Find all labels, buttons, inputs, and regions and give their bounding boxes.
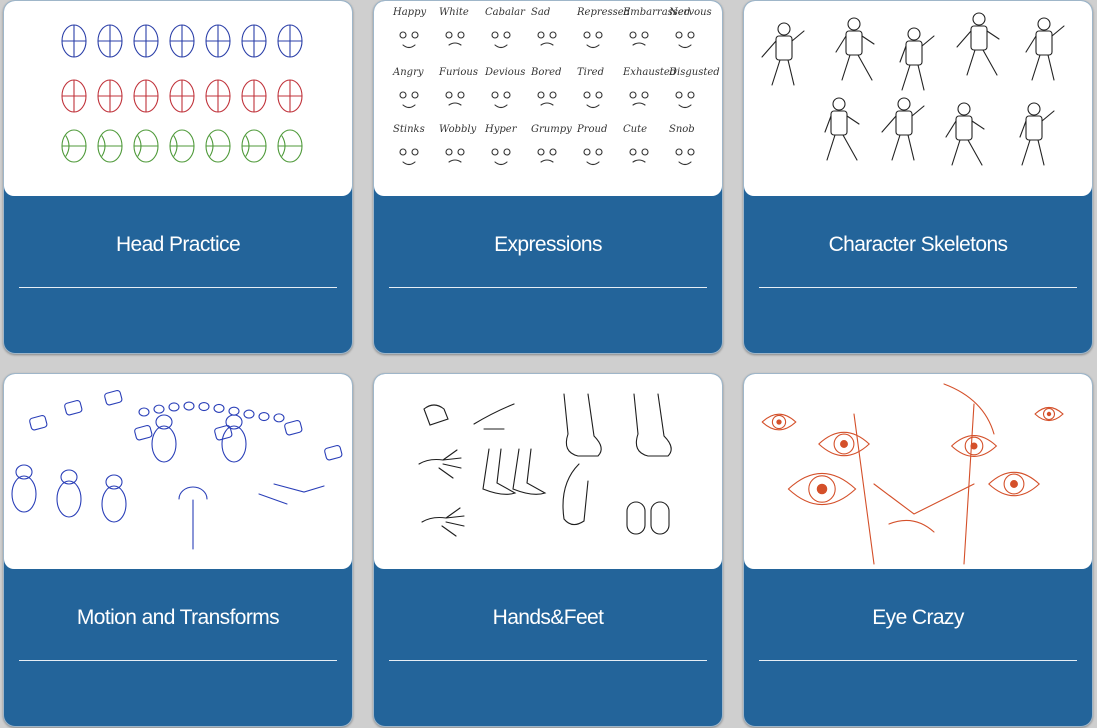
expression-caption: Grumpy bbox=[531, 124, 572, 135]
expression-caption: Stinks bbox=[393, 124, 425, 135]
expression-caption: Snob bbox=[669, 124, 695, 135]
card-thumbnail[interactable] bbox=[374, 374, 722, 569]
expression-caption: Sad bbox=[531, 7, 550, 18]
expression-caption: White bbox=[439, 7, 469, 18]
expressions-sketch: Happy White Cabalar Sad RepressedEmbarrassed… bbox=[392, 7, 720, 166]
expression-caption: Tired bbox=[577, 67, 604, 78]
card-divider bbox=[389, 660, 707, 661]
card-thumbnail[interactable] bbox=[744, 374, 1092, 569]
expression-caption: Disgusted bbox=[668, 67, 720, 78]
card-thumbnail[interactable] bbox=[744, 1, 1092, 196]
expression-caption: Hyper bbox=[484, 124, 518, 135]
expression-caption: Proud bbox=[576, 124, 607, 135]
expression-caption: Furious bbox=[438, 67, 478, 78]
card-thumbnail[interactable] bbox=[4, 1, 352, 196]
card-title[interactable]: Eye Crazy bbox=[744, 606, 1092, 630]
card-title[interactable]: Head Practice bbox=[4, 233, 352, 257]
card-divider bbox=[19, 660, 337, 661]
hands-feet-sketch bbox=[418, 393, 672, 537]
card-divider bbox=[759, 287, 1077, 288]
motion-sketch bbox=[11, 389, 343, 550]
expression-caption: Cabalar bbox=[485, 7, 526, 18]
card-divider bbox=[19, 287, 337, 288]
card-divider bbox=[759, 660, 1077, 661]
card-thumbnail[interactable]: Happy White Cabalar Sad Repressed Embarrassed… bbox=[374, 1, 722, 196]
gallery-card-eye-crazy[interactable]: Eye Crazy bbox=[743, 373, 1093, 727]
skeletons-sketch bbox=[761, 12, 1065, 166]
card-thumbnail[interactable] bbox=[4, 374, 352, 569]
card-title[interactable]: Character Skeletons bbox=[744, 233, 1092, 257]
expression-caption: Wobbly bbox=[439, 124, 477, 135]
gallery-card-hands-feet[interactable]: Hands&Feet bbox=[373, 373, 723, 727]
gallery-card-expressions[interactable]: Happy White Cabalar Sad Repressed Embarrassed… bbox=[373, 0, 723, 354]
card-title[interactable]: Motion and Transforms bbox=[4, 606, 352, 630]
expression-caption: Nervous bbox=[668, 7, 712, 18]
gallery-card-character-skeletons[interactable]: Character Skeletons bbox=[743, 0, 1093, 354]
card-divider bbox=[389, 287, 707, 288]
eye-crazy-sketch bbox=[761, 383, 1064, 565]
card-title[interactable]: Expressions bbox=[374, 233, 722, 257]
gallery-card-head-practice[interactable]: Head Practice bbox=[3, 0, 353, 354]
gallery-card-motion-and-transforms[interactable]: Motion and Transforms bbox=[3, 373, 353, 727]
expression-caption: Angry bbox=[392, 67, 424, 78]
head-practice-sketch bbox=[61, 24, 303, 163]
expression-caption: Devious bbox=[484, 67, 525, 78]
expression-caption: Happy bbox=[392, 7, 426, 18]
expression-caption: Bored bbox=[530, 67, 561, 78]
expression-caption: Cute bbox=[623, 124, 647, 135]
card-title[interactable]: Hands&Feet bbox=[374, 606, 722, 630]
